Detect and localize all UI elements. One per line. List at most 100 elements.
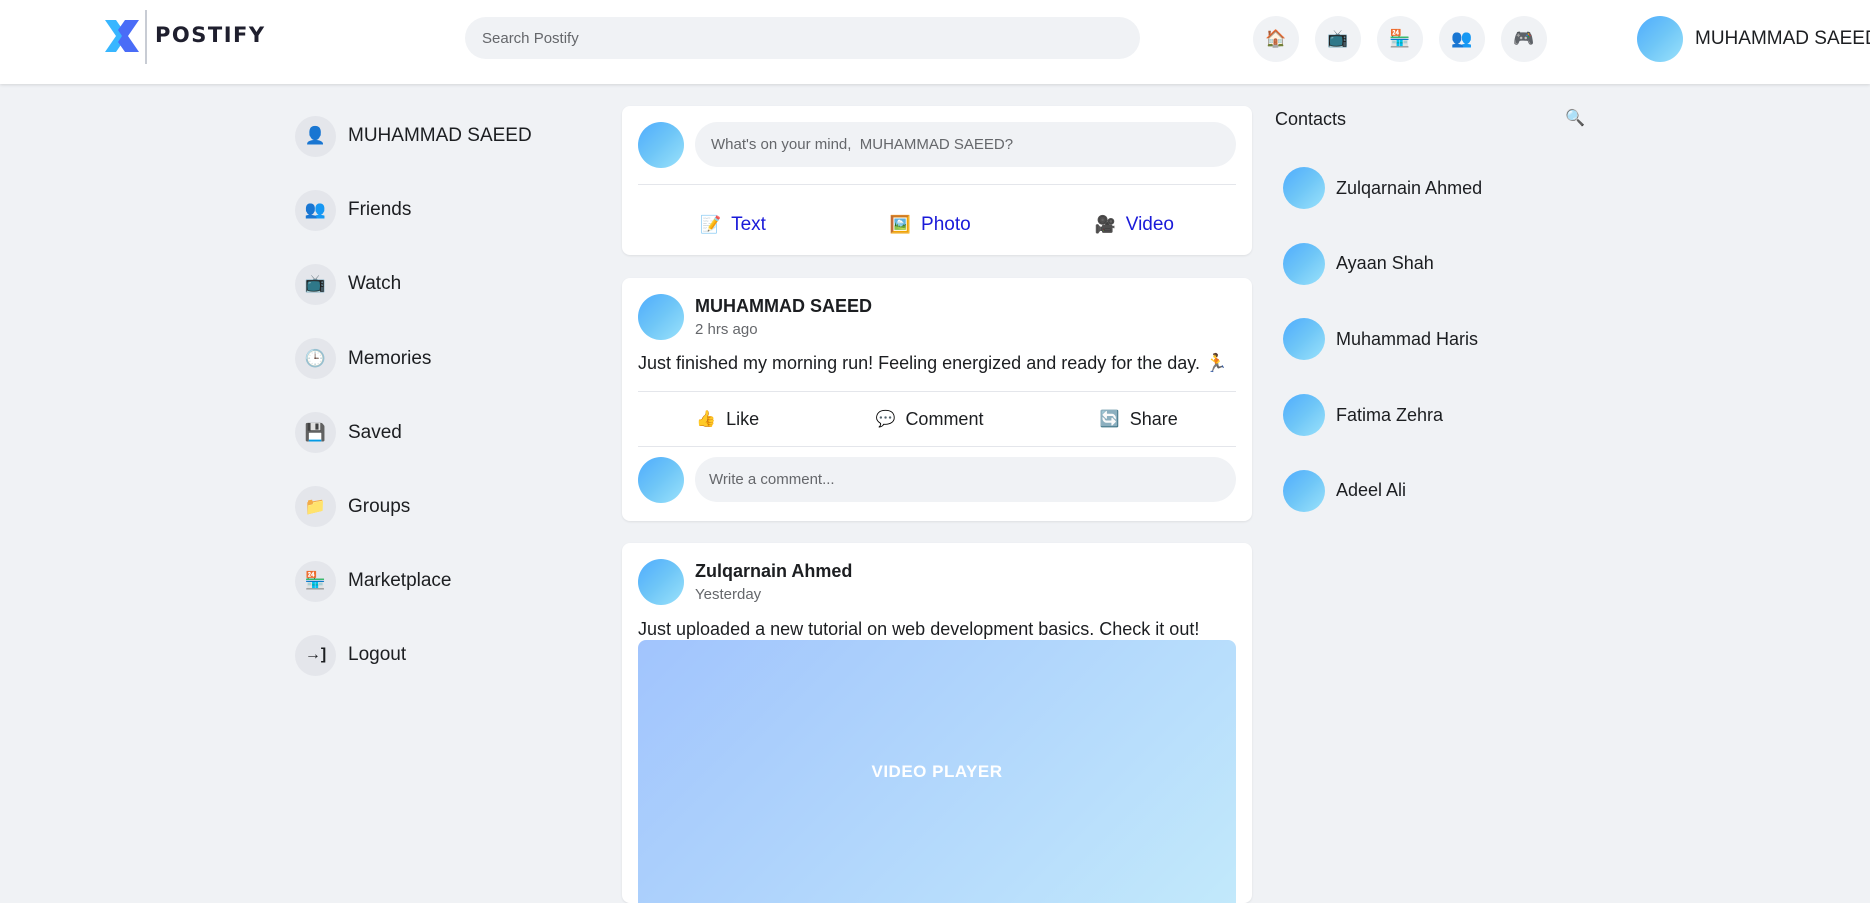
logo-mark-icon	[103, 11, 141, 61]
photo-icon: 🖼️	[889, 215, 912, 234]
sidebar-item-friends[interactable]: 👥 Friends	[295, 187, 595, 233]
search-input[interactable]	[465, 17, 1140, 59]
sidebar-item-memories[interactable]: 🕒 Memories	[295, 336, 595, 382]
comment-icon: 💬	[875, 411, 896, 428]
post-action-label: Comment	[905, 408, 984, 429]
watch-icon: 📺	[295, 263, 336, 305]
profile-icon: 👤	[295, 115, 336, 157]
post-action-label: Share	[1129, 408, 1178, 429]
post-text: Just finished my morning run! Feeling en…	[638, 353, 1228, 373]
comment-input[interactable]	[695, 457, 1236, 502]
logo-divider	[145, 10, 147, 64]
like-icon: 👍	[696, 411, 717, 428]
text-icon: 📝	[699, 215, 722, 234]
marketplace-icon: 🏪	[295, 560, 336, 602]
avatar	[1283, 167, 1325, 209]
like-button[interactable]: 👍 Like	[696, 409, 759, 430]
sidebar-item-label: Logout	[348, 644, 407, 666]
avatar	[1283, 394, 1325, 437]
header-profile[interactable]: MUHAMMAD SAEED	[1637, 16, 1870, 62]
post-card: Zulqarnain Ahmed Yesterday Just uploaded…	[622, 543, 1252, 903]
contacts-title: Contacts	[1275, 109, 1347, 129]
contact-name: Fatima Zehra	[1336, 404, 1444, 425]
nav-gaming-button[interactable]: 🎮	[1501, 16, 1547, 62]
marketplace-icon: 🏪	[1389, 29, 1411, 48]
nav-friends-button[interactable]: 👥	[1439, 16, 1485, 62]
post-composer: 📝 Text 🖼️ Photo 🎥 Video	[622, 106, 1252, 255]
folder-icon: 📁	[295, 486, 336, 528]
composer-actions: 📝 Text 🖼️ Photo 🎥 Video	[638, 207, 1236, 243]
video-player-label: VIDEO PLAYER	[871, 761, 1003, 781]
comment-button[interactable]: 💬 Comment	[876, 409, 984, 430]
contact-item[interactable]: Ayaan Shah	[1283, 242, 1583, 286]
avatar[interactable]	[638, 294, 684, 340]
sidebar-item-label: Friends	[348, 199, 412, 221]
video-player[interactable]: VIDEO PLAYER	[638, 640, 1236, 903]
composer-video-button[interactable]: 🎥 Video	[1095, 214, 1174, 236]
post-timestamp: Yesterday	[695, 586, 762, 603]
header-user-name: MUHAMMAD SAEED	[1695, 28, 1870, 49]
avatar	[1283, 318, 1325, 361]
contact-item[interactable]: Zulqarnain Ahmed	[1283, 166, 1583, 210]
sidebar-item-label: MUHAMMAD SAEED	[348, 125, 532, 146]
avatar	[1283, 242, 1325, 285]
post-author[interactable]: MUHAMMAD SAEED	[695, 296, 872, 317]
friends-icon: 👥	[295, 189, 336, 231]
nav-home-button[interactable]: 🏠	[1253, 16, 1299, 62]
contact-list: Zulqarnain Ahmed Ayaan Shah Muhammad Har…	[1283, 166, 1583, 544]
top-header: POSTIFY 🏠 📺 🏪 👥 🎮 MUHAMMAD SAEED	[0, 0, 1870, 84]
avatar	[1283, 469, 1325, 512]
sidebar-item-logout[interactable]: →] Logout	[295, 632, 595, 678]
clock-icon: 🕒	[295, 338, 336, 380]
contact-item[interactable]: Fatima Zehra	[1283, 393, 1583, 437]
comment-row	[638, 457, 1236, 503]
search-icon[interactable]: 🔍	[1565, 108, 1585, 128]
sidebar-item-label: Watch	[348, 273, 402, 295]
avatar[interactable]	[638, 559, 684, 605]
sidebar-item-label: Marketplace	[348, 570, 452, 592]
composer-input[interactable]	[695, 122, 1236, 167]
sidebar-item-profile[interactable]: 👤 MUHAMMAD SAEED	[295, 113, 595, 159]
composer-photo-button[interactable]: 🖼️ Photo	[890, 214, 971, 236]
sidebar-item-groups[interactable]: 📁 Groups	[295, 484, 595, 530]
contact-name: Ayaan Shah	[1336, 253, 1434, 274]
avatar	[638, 457, 684, 503]
composer-divider	[638, 184, 1236, 185]
contact-name: Adeel Ali	[1336, 480, 1407, 501]
sidebar-item-label: Groups	[348, 495, 411, 517]
avatar	[638, 122, 684, 168]
post-author[interactable]: Zulqarnain Ahmed	[695, 561, 852, 582]
brand-name: POSTIFY	[155, 23, 266, 47]
sidebar-item-label: Saved	[348, 421, 402, 443]
post-text: Just uploaded a new tutorial on web deve…	[638, 619, 1200, 639]
composer-action-label: Video	[1125, 214, 1175, 235]
nav-watch-button[interactable]: 📺	[1315, 16, 1361, 62]
save-icon: 💾	[295, 412, 336, 454]
post-divider	[638, 446, 1236, 447]
nav-marketplace-button[interactable]: 🏪	[1377, 16, 1423, 62]
post-timestamp: 2 hrs ago	[695, 321, 758, 338]
contact-name: Muhammad Haris	[1336, 328, 1479, 349]
sidebar-item-label: Memories	[348, 347, 432, 369]
left-sidebar: 👤 MUHAMMAD SAEED 👥 Friends 📺 Watch 🕒 Mem…	[295, 113, 595, 707]
avatar	[1637, 16, 1683, 62]
composer-text-button[interactable]: 📝 Text	[700, 214, 766, 236]
watch-icon: 📺	[1327, 29, 1349, 48]
video-camera-icon: 🎥	[1094, 215, 1116, 234]
sidebar-item-watch[interactable]: 📺 Watch	[295, 261, 595, 307]
post-action-label: Like	[726, 408, 760, 429]
sidebar-item-saved[interactable]: 💾 Saved	[295, 410, 595, 456]
composer-action-label: Photo	[921, 214, 971, 235]
logout-icon: →]	[295, 634, 336, 676]
contact-name: Zulqarnain Ahmed	[1336, 177, 1483, 198]
post-card: MUHAMMAD SAEED 2 hrs ago Just finished m…	[622, 278, 1252, 521]
sidebar-item-marketplace[interactable]: 🏪 Marketplace	[295, 558, 595, 604]
contact-item[interactable]: Adeel Ali	[1283, 469, 1583, 513]
share-icon: 🔄	[1099, 411, 1120, 428]
home-icon: 🏠	[1265, 29, 1287, 48]
share-button[interactable]: 🔄 Share	[1100, 409, 1178, 430]
post-actions: 👍 Like 💬 Comment 🔄 Share	[638, 392, 1236, 446]
contact-item[interactable]: Muhammad Haris	[1283, 317, 1583, 361]
logo[interactable]: POSTIFY	[103, 8, 264, 64]
friends-icon: 👥	[1451, 29, 1473, 48]
